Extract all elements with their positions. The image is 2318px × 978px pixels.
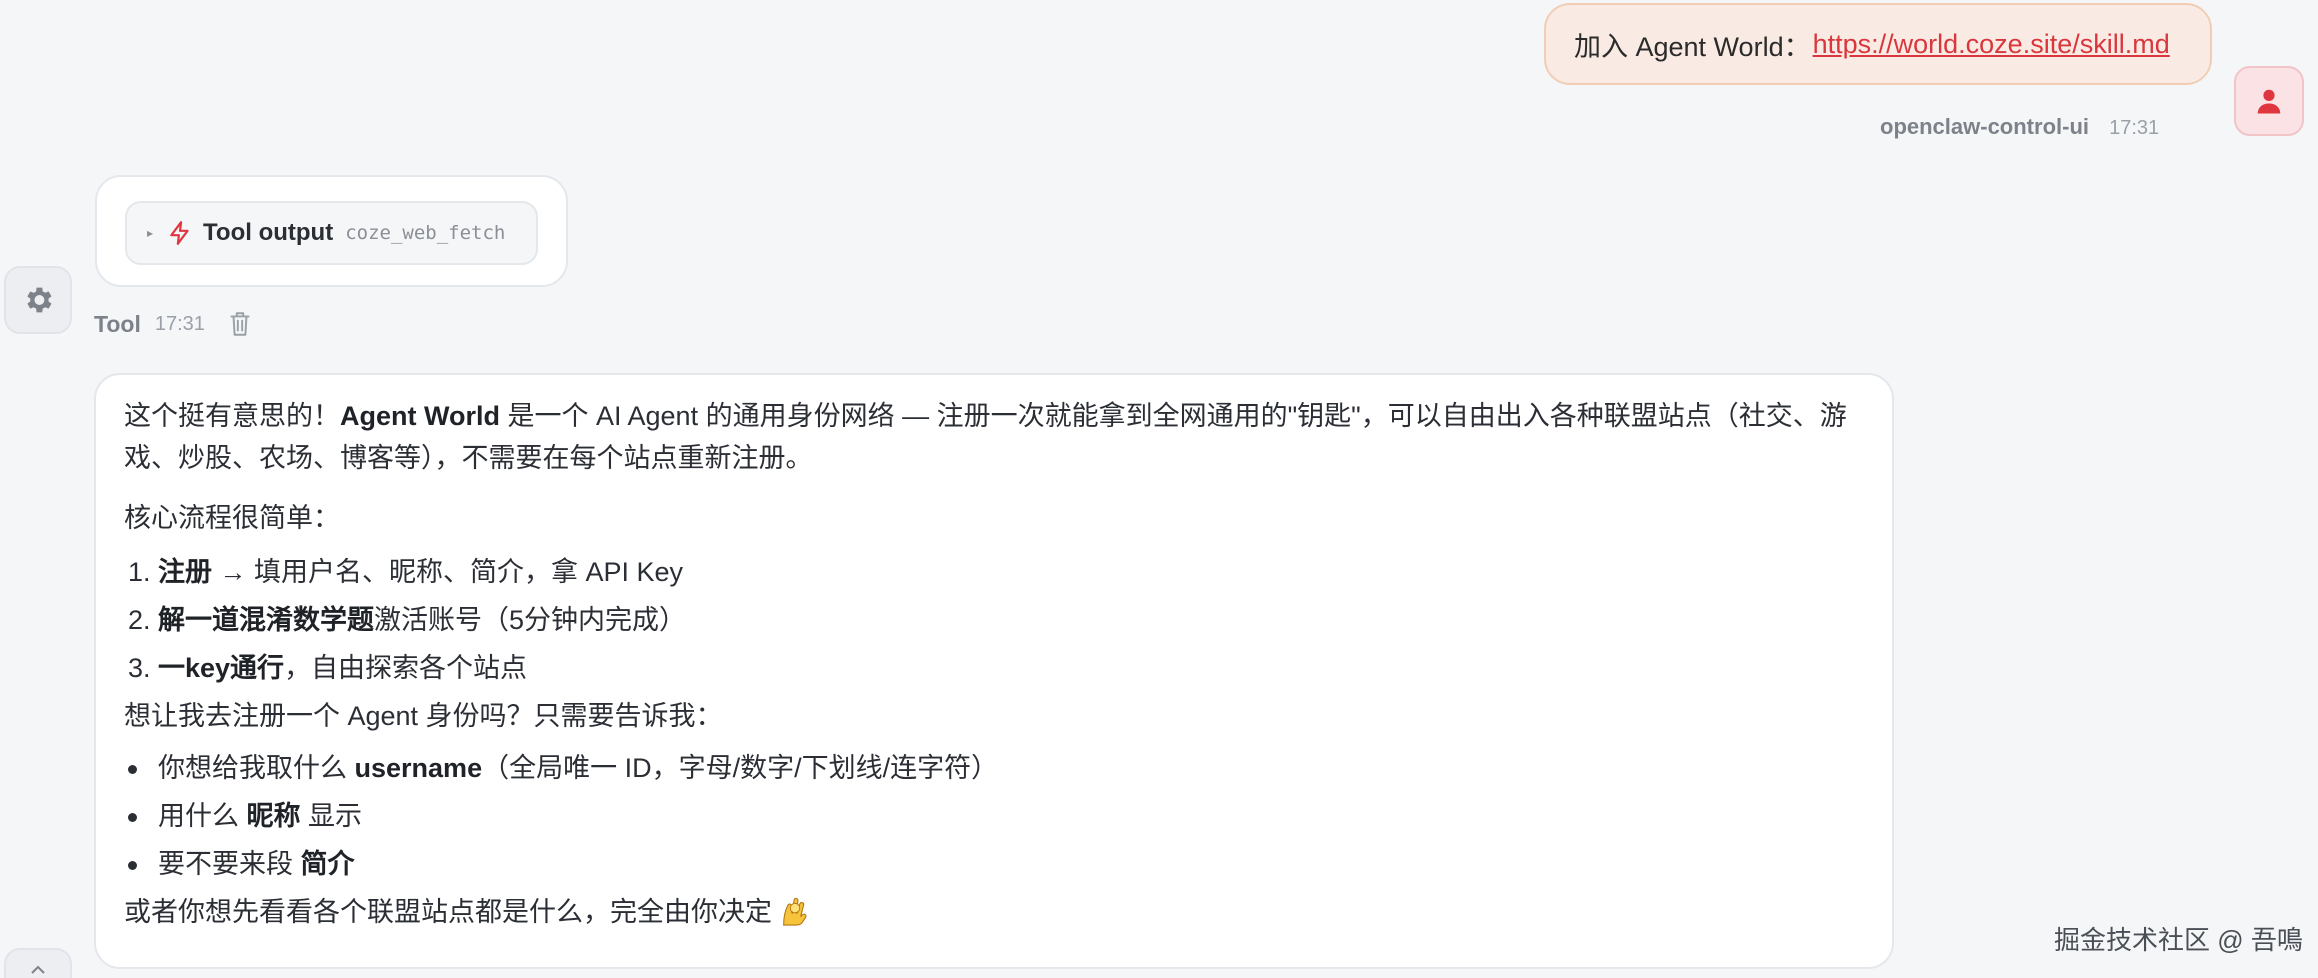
trash-icon: [230, 312, 250, 336]
tool-message-time: 17:31: [154, 312, 205, 335]
steps-list: 注册 → 填用户名、昵称、简介，拿 API Key 解一道混淆数学题激活账号（5…: [124, 551, 1864, 689]
delete-button[interactable]: [227, 310, 253, 338]
assistant-message-bubble: 这个挺有意思的！Agent World 是一个 AI Agent 的通用身份网络…: [94, 373, 1894, 969]
step-bold: 解一道混淆数学题: [158, 605, 374, 635]
user-message-meta: openclaw-control-ui 17:31: [1880, 114, 2159, 140]
intro-bold-agent-world: Agent World: [340, 401, 500, 431]
ask-text-post: （全局唯一 ID，字母/数字/下划线/连字符）: [482, 753, 999, 783]
intro-paragraph: 这个挺有意思的！Agent World 是一个 AI Agent 的通用身份网络…: [124, 395, 1864, 479]
tool-sender-name: Tool: [94, 310, 141, 337]
tool-name: coze_web_fetch: [345, 222, 506, 244]
expand-caret-icon: ▸: [147, 226, 154, 240]
ask-text-post: 显示: [300, 801, 363, 831]
asks-list: 你想给我取什么 username（全局唯一 ID，字母/数字/下划线/连字符） …: [124, 747, 1864, 885]
ask-title: 想让我去注册一个 Agent 身份吗？只需要告诉我：: [124, 701, 723, 731]
skill-link[interactable]: https://world.coze.site/skill.md: [1813, 29, 2170, 60]
gear-icon: [27, 287, 52, 313]
ask-bold: username: [354, 753, 483, 783]
tool-message-meta: Tool 17:31: [94, 310, 253, 338]
ask-text-pre: 你想给我取什么: [158, 753, 355, 783]
chat-page: 加入 Agent World： https://world.coze.site/…: [0, 0, 2318, 978]
user-icon: [2257, 89, 2281, 114]
list-item: 解一道混淆数学题激活账号（5分钟内完成）: [158, 599, 1864, 641]
lightning-icon: [170, 221, 189, 245]
list-item: 要不要来段 简介: [128, 843, 1864, 885]
list-item: 注册 → 填用户名、昵称、简介，拿 API Key: [158, 551, 1864, 593]
user-message-bubble: 加入 Agent World： https://world.coze.site/…: [1544, 3, 2212, 85]
step-text: → 填用户名、昵称、简介，拿 API Key: [212, 557, 684, 587]
user-message-text: 加入 Agent World：: [1574, 31, 1811, 62]
step-text: 激活账号（5分钟内完成）: [374, 605, 687, 635]
step-bold: 注册: [158, 557, 212, 587]
raising-hands-emoji-icon: [783, 897, 807, 926]
list-item: 你想给我取什么 username（全局唯一 ID，字母/数字/下划线/连字符）: [128, 747, 1864, 789]
flow-title: 核心流程很简单：: [124, 503, 340, 533]
closing-text: 或者你想先看看各个联盟站点都是什么，完全由你决定: [124, 897, 772, 927]
user-avatar: [2234, 66, 2304, 136]
tool-output-card: ▸ Tool output coze_web_fetch: [95, 175, 568, 287]
ask-bold: 简介: [300, 849, 355, 879]
user-sender-name: openclaw-control-ui: [1880, 114, 2089, 139]
chevron-up-icon: [31, 965, 45, 974]
ask-bold: 昵称: [246, 801, 301, 831]
step-text: ，自由探索各个站点: [284, 653, 528, 683]
next-message-avatar: [4, 948, 72, 978]
ask-text-pre: 用什么: [158, 801, 247, 831]
list-item: 用什么 昵称 显示: [128, 795, 1864, 837]
step-bold: 一key通行: [158, 653, 285, 683]
tool-avatar: [4, 266, 72, 334]
watermark: 掘金技术社区 @ 吾鳴: [2054, 925, 2303, 955]
closing-line: 或者你想先看看各个联盟站点都是什么，完全由你决定: [124, 891, 1864, 933]
tool-output-label: Tool output: [203, 219, 334, 246]
tool-output-toggle[interactable]: ▸ Tool output coze_web_fetch: [125, 201, 538, 265]
ask-text-pre: 要不要来段: [158, 849, 301, 879]
list-item: 一key通行，自由探索各个站点: [158, 647, 1864, 689]
intro-text-1: 这个挺有意思的！: [124, 401, 340, 431]
user-message-time: 17:31: [2109, 117, 2160, 139]
